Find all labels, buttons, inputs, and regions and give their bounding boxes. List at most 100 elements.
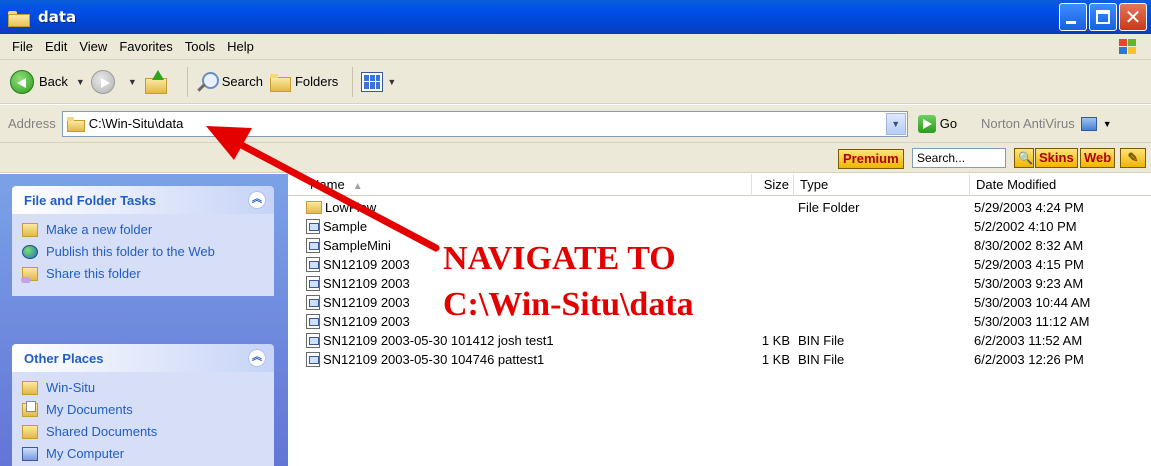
file-name: SN12109 2003-05-30 104746 pattest1 <box>323 352 545 367</box>
window-controls: ✕ <box>1059 3 1147 31</box>
task-make-new-folder[interactable]: Make a new folder <box>22 222 264 238</box>
file-icon <box>306 314 320 329</box>
file-date: 5/29/2003 4:15 PM <box>974 257 1084 272</box>
menu-favorites[interactable]: Favorites <box>113 39 178 54</box>
file-row[interactable]: SN12109 2003-05-30 101412 josh test1 1 KB… <box>288 331 1151 350</box>
file-icon <box>306 295 320 310</box>
file-size: 1 KB <box>761 352 790 367</box>
folder-icon <box>306 201 322 214</box>
window-title: data <box>38 8 77 26</box>
file-date: 6/2/2003 12:26 PM <box>974 352 1084 367</box>
menu-file[interactable]: File <box>6 39 39 54</box>
back-label: Back <box>39 74 68 89</box>
place-win-situ[interactable]: Win-Situ <box>22 380 264 396</box>
file-icon <box>306 219 320 234</box>
task-label: Publish this folder to the Web <box>46 244 215 259</box>
collapse-chevron-icon[interactable]: ︽ <box>248 191 266 209</box>
back-button[interactable]: Back <box>10 69 68 94</box>
menu-view[interactable]: View <box>73 39 113 54</box>
column-header-date[interactable]: Date Modified <box>970 174 1151 196</box>
norton-dropdown-icon[interactable]: ▼ <box>1103 119 1112 129</box>
file-row[interactable]: Sample 5/2/2002 4:10 PM <box>288 217 1151 236</box>
panel-header[interactable]: Other Places ︽ <box>12 344 274 372</box>
file-name-cell: SN12109 2003 <box>306 293 410 312</box>
file-name-cell: SN12109 2003 <box>306 274 410 293</box>
file-name-cell: Sample <box>306 217 367 236</box>
file-row[interactable]: SN12109 2003 5/30/2003 10:44 AM <box>288 293 1151 312</box>
file-icon <box>306 352 320 367</box>
menu-help[interactable]: Help <box>221 39 260 54</box>
file-row[interactable]: SN12109 2003 5/29/2003 4:15 PM <box>288 255 1151 274</box>
forward-dropdown-icon[interactable]: ▼ <box>128 77 137 87</box>
shared-folder-icon <box>22 425 38 439</box>
menu-edit[interactable]: Edit <box>39 39 73 54</box>
place-my-computer[interactable]: My Computer <box>22 446 264 462</box>
up-button[interactable] <box>143 69 173 94</box>
file-date: 5/29/2003 4:24 PM <box>974 200 1084 215</box>
column-header-type[interactable]: Type <box>794 174 970 196</box>
folder-up-icon <box>143 69 167 94</box>
maximize-button[interactable] <box>1089 3 1117 31</box>
file-name: SampleMini <box>323 238 391 253</box>
highlighter-icon[interactable]: ✎ <box>1120 148 1146 168</box>
views-icon <box>361 71 384 92</box>
forward-button[interactable] <box>90 69 120 94</box>
task-share-folder[interactable]: Share this folder <box>21 266 264 283</box>
close-button[interactable]: ✕ <box>1119 3 1147 31</box>
back-dropdown-icon[interactable]: ▼ <box>76 77 85 87</box>
maximize-icon <box>1096 10 1110 24</box>
file-type: BIN File <box>798 333 845 348</box>
column-header-size[interactable]: Size <box>752 174 794 196</box>
file-icon <box>306 276 320 291</box>
address-input[interactable]: C:\Win-Situ\data ▼ <box>61 110 908 137</box>
collapse-chevron-icon[interactable]: ︽ <box>248 349 266 367</box>
annotation-line-2: C:\Win-Situ\data <box>443 286 694 323</box>
file-date: 5/30/2003 11:12 AM <box>974 314 1090 329</box>
address-dropdown-icon[interactable]: ▼ <box>885 112 906 135</box>
file-date: 5/2/2002 4:10 PM <box>974 219 1077 234</box>
views-button[interactable]: ▼ <box>361 71 402 92</box>
skins-button[interactable]: Skins <box>1035 148 1078 168</box>
new-folder-icon <box>22 223 38 237</box>
windows-logo-icon <box>1119 39 1137 55</box>
file-row[interactable]: SN12109 2003 5/30/2003 11:12 AM <box>288 312 1151 331</box>
file-row[interactable]: SN12109 2003 5/30/2003 9:23 AM <box>288 274 1151 293</box>
file-row[interactable]: SampleMini 8/30/2002 8:32 AM <box>288 236 1151 255</box>
file-date: 6/2/2003 11:52 AM <box>974 333 1083 348</box>
toolbar-separator <box>352 66 354 97</box>
place-my-documents[interactable]: My Documents <box>22 401 264 418</box>
folders-icon <box>269 72 291 92</box>
place-shared-documents[interactable]: Shared Documents <box>22 424 264 440</box>
task-label: Make a new folder <box>46 222 153 237</box>
premium-button[interactable]: Premium <box>838 149 904 169</box>
search-label: Search <box>221 74 263 89</box>
minimize-button[interactable] <box>1059 3 1087 31</box>
column-header-name[interactable]: Name ▲ <box>304 174 752 196</box>
file-date: 8/30/2002 8:32 AM <box>974 238 1084 253</box>
file-row[interactable]: SN12109 2003-05-30 104746 pattest1 1 KB BI… <box>288 350 1151 369</box>
folders-button[interactable]: Folders <box>269 72 338 92</box>
file-name-cell: SN12109 2003-05-30 104746 pattest1 <box>306 350 544 369</box>
norton-toolbar[interactable]: Norton AntiVirus ▼ <box>981 116 1112 131</box>
go-button[interactable]: Go <box>917 114 957 133</box>
file-name: SN12109 2003 <box>323 257 410 272</box>
panel-body: Win-Situ My Documents Shared Documents M… <box>12 372 274 466</box>
file-name-cell: SampleMini <box>306 236 391 255</box>
magnifier-icon[interactable]: 🔍 <box>1014 148 1034 168</box>
sort-ascending-icon: ▲ <box>352 181 363 192</box>
menu-tools[interactable]: Tools <box>179 39 221 54</box>
file-row[interactable]: LowFlow File Folder 5/29/2003 4:24 PM <box>288 198 1151 217</box>
go-arrow-icon <box>917 114 936 133</box>
toolbar-search-input[interactable]: Search... <box>912 148 1006 168</box>
web-button[interactable]: Web <box>1080 148 1116 168</box>
file-type: BIN File <box>798 352 845 367</box>
file-icon <box>306 333 320 348</box>
task-publish-folder[interactable]: Publish this folder to the Web <box>22 244 264 260</box>
share-folder-icon <box>21 267 38 283</box>
panel-title: Other Places <box>24 350 104 366</box>
file-date: 5/30/2003 10:44 AM <box>974 295 1091 310</box>
title-bar[interactable]: data ✕ <box>0 0 1151 34</box>
menu-bar: File Edit View Favorites Tools Help <box>0 34 1151 60</box>
panel-header[interactable]: File and Folder Tasks ︽ <box>12 186 274 214</box>
search-button[interactable]: Search <box>196 71 263 93</box>
